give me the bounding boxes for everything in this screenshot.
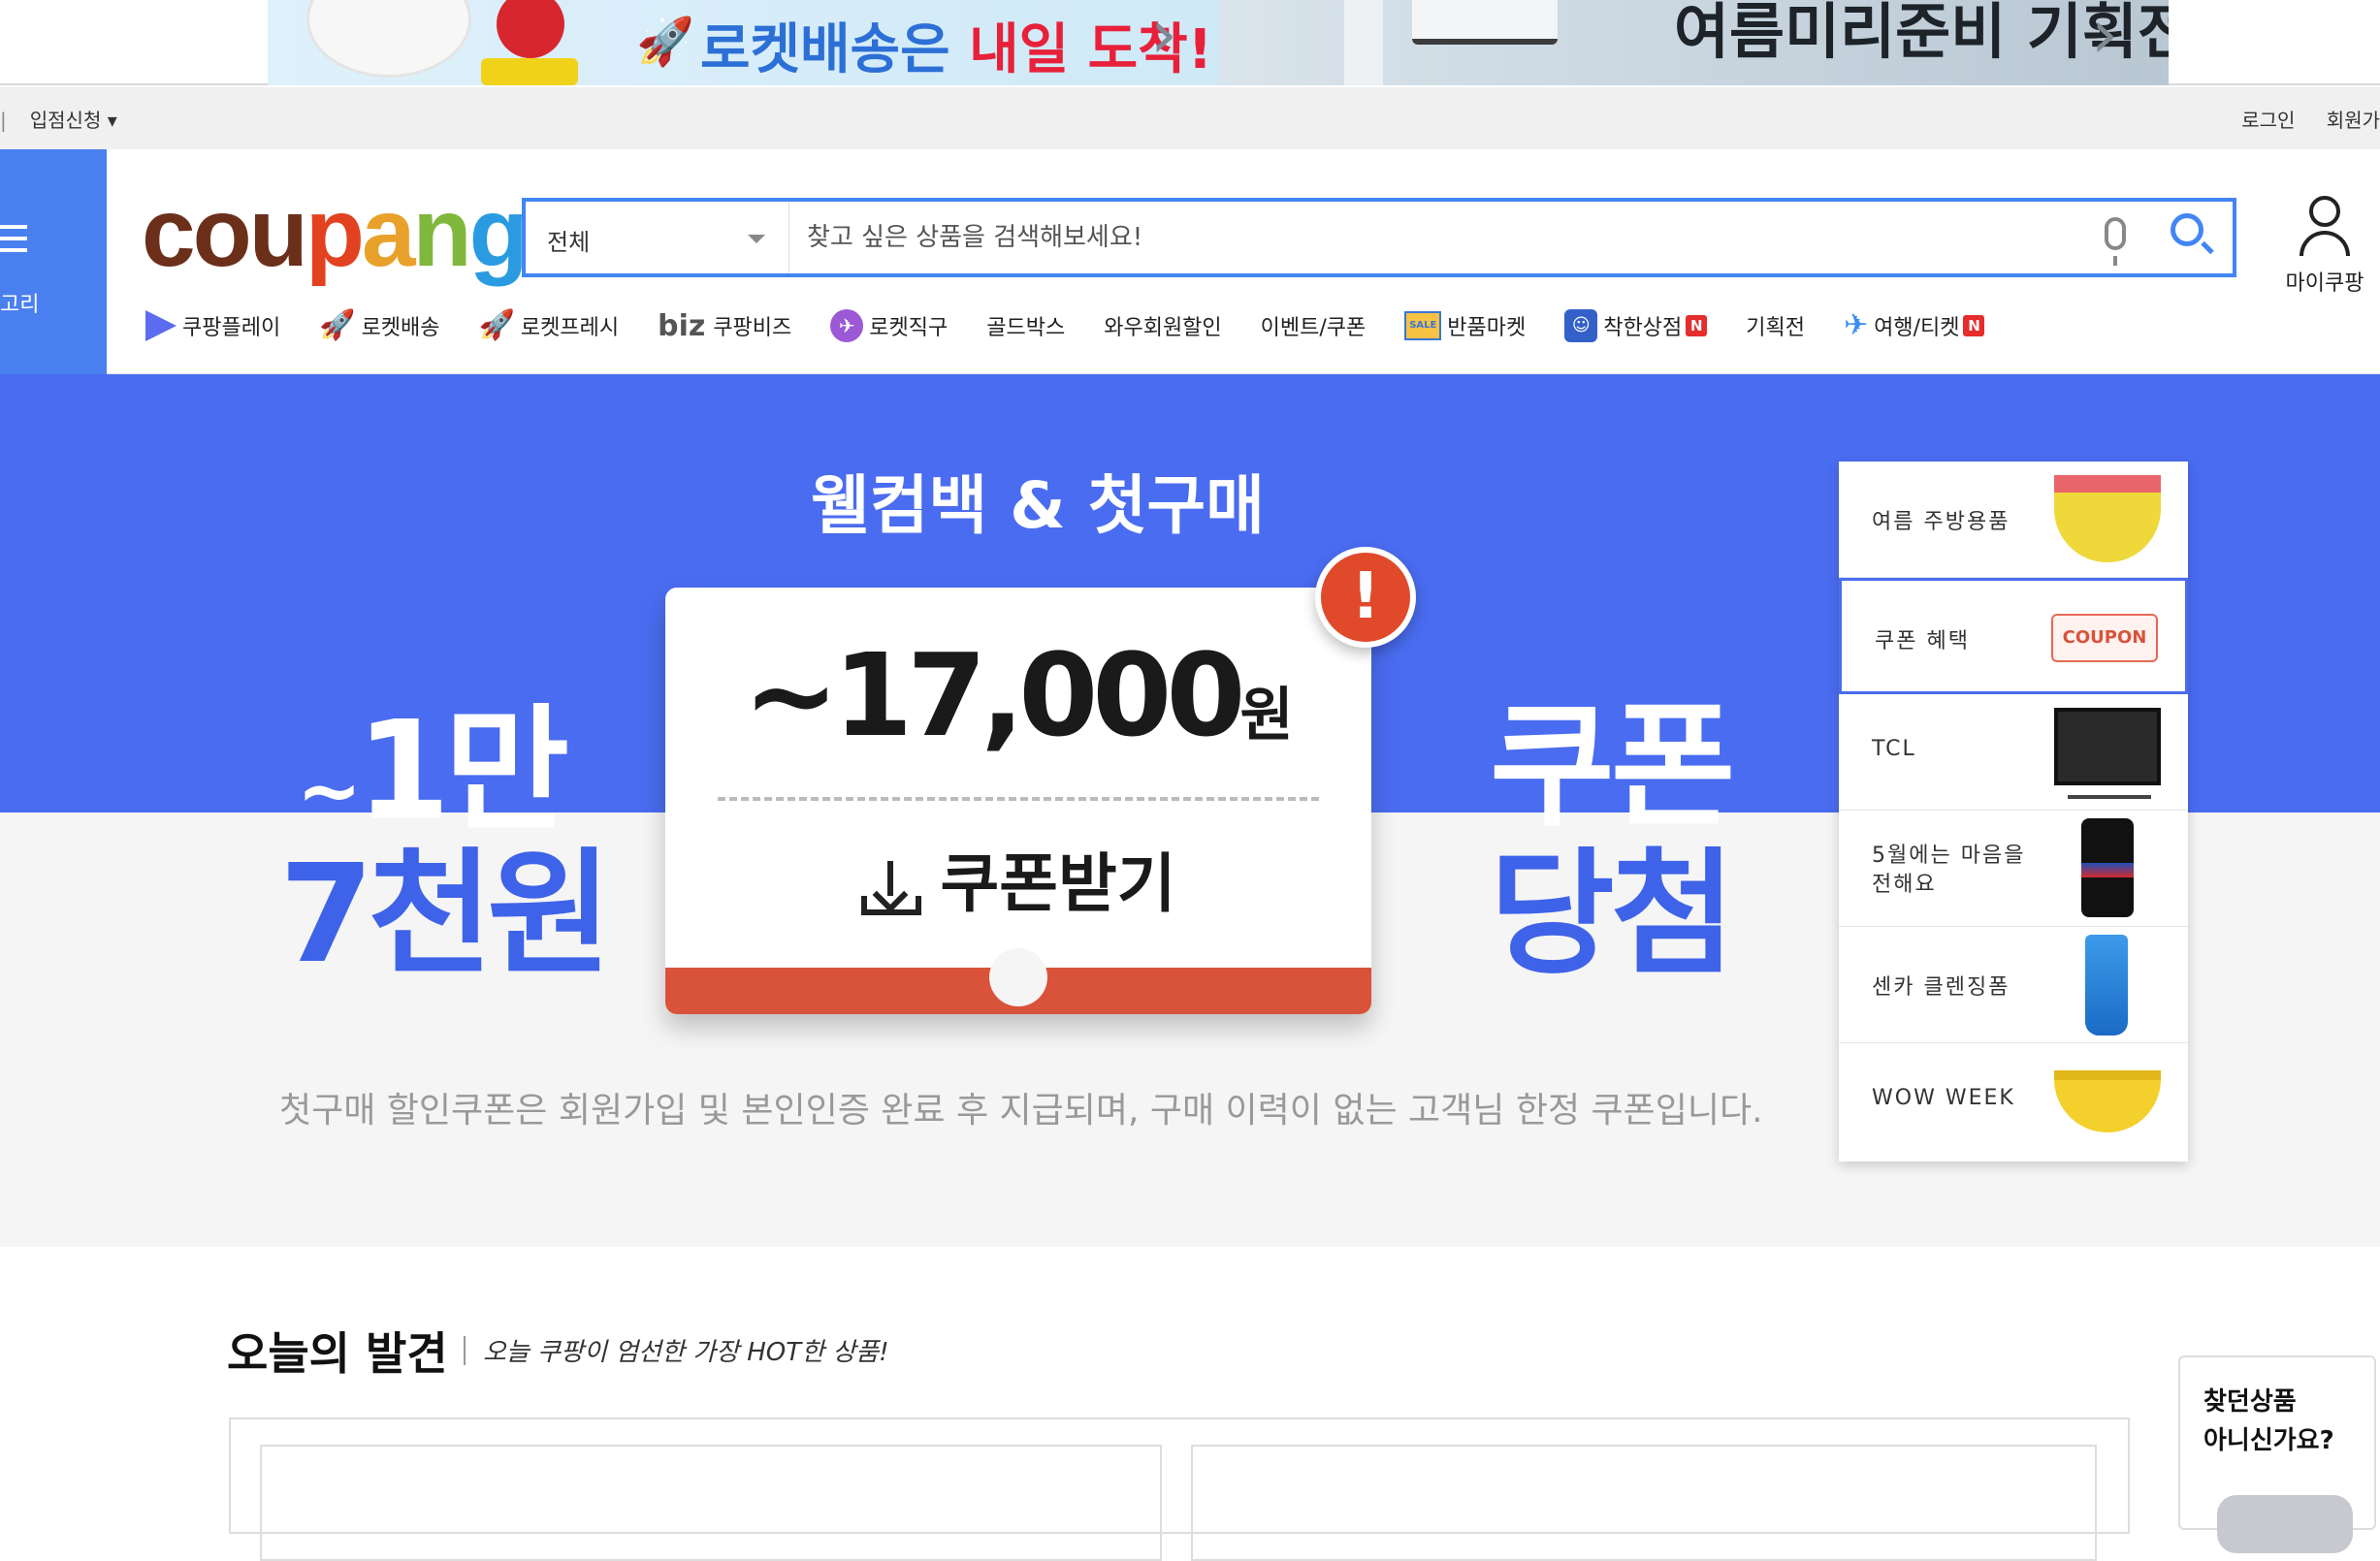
side-item-may-gift[interactable]: 5월에는 마음을 전해요	[1839, 811, 2188, 927]
biz-icon: biz	[658, 309, 706, 343]
promo-summer-prep[interactable]: 여름미리준비 기획전 ›	[1218, 0, 2169, 85]
hero-banner[interactable]: 웰컴백 & 첫구매 ~1만 7천원 ~17,000원 쿠폰받기 ! 쿠폰 당첨 …	[0, 374, 2380, 1247]
product-grid	[229, 1418, 2130, 1561]
separator: |	[0, 109, 7, 132]
exclamation-icon: !	[1315, 547, 1416, 648]
soda-can-thumbnail	[2081, 818, 2134, 917]
today-discovery-section: 오늘의 발견 오늘 쿠팡이 엄선한 가장 HOT한 상품! 찾던상품 아니신가요…	[0, 1247, 2380, 1561]
side-item-label: WOW WEEK	[1872, 1086, 2015, 1110]
sale-market-icon: SALE	[1404, 311, 1442, 340]
nav-item-coupang-play[interactable]: 쿠팡플레이	[145, 310, 280, 341]
coupon-card[interactable]: ~17,000원 쿠폰받기	[665, 588, 1371, 1014]
apple-image	[497, 0, 564, 58]
hamburger-icon	[0, 225, 27, 260]
coupang-logo[interactable]: coupang	[142, 184, 529, 281]
mycoupang-label: 마이쿠팡	[2285, 271, 2364, 296]
search-bar: 전체	[522, 198, 2236, 277]
coupon-notch	[989, 948, 1047, 1006]
tv-thumbnail	[2054, 708, 2161, 799]
nav-item-rocket-direct[interactable]: ✈ 로켓직구	[830, 309, 948, 342]
hero-amount-line2: 7천원	[279, 836, 612, 994]
signup-link[interactable]: 회원가	[2327, 109, 2380, 132]
side-item-coupon-benefit[interactable]: 쿠폰 혜택 COUPON	[1839, 578, 2188, 694]
side-item-label: 쿠폰 혜택	[1875, 629, 1970, 653]
not-found-help-box[interactable]: 찾던상품 아니신가요?	[2178, 1355, 2376, 1553]
side-item-senka[interactable]: 센카 클렌징폼	[1839, 927, 2188, 1043]
section-subtitle: 오늘 쿠팡이 엄선한 가장 HOT한 상품!	[483, 1338, 889, 1367]
good-store-icon: ☺	[1564, 309, 1598, 342]
plane-icon: ✈	[1843, 308, 1869, 342]
mask-image	[306, 0, 471, 78]
search-category-value: 전체	[547, 229, 591, 256]
rocket-direct-icon: ✈	[830, 309, 864, 342]
top-promo-banner: 🚀 로켓배송은 내일 도착! › 여름미리준비 기획전 ›	[0, 0, 2380, 85]
hero-word-line2: 당첨	[1490, 836, 1736, 994]
banana-thumbnail	[2054, 1070, 2161, 1132]
side-item-summer-kitchen[interactable]: 여름 주방용품	[1839, 462, 2188, 578]
category-nav: 쿠팡플레이 🚀 로켓배송 🚀 로켓프레시 biz 쿠팡비즈 ✈ 로켓직구 골드박스 와우…	[145, 304, 2023, 347]
banner-side-menu: 여름 주방용품 쿠폰 혜택 COUPON TCL 5월에는 마음을 전해요 센카…	[1839, 462, 2188, 1162]
side-item-label: TCL	[1872, 737, 1916, 761]
nav-item-exhibition[interactable]: 기획전	[1746, 310, 1805, 341]
rocket-fresh-icon: 🚀	[478, 308, 515, 342]
get-coupon-button[interactable]: 쿠폰받기	[665, 832, 1371, 925]
user-icon	[2296, 196, 2354, 258]
category-label: 고리	[0, 293, 40, 317]
coupon-value: ~17,000원	[743, 628, 1294, 762]
section-title: 오늘의 발견	[227, 1327, 448, 1380]
download-icon	[860, 860, 921, 915]
nav-item-coupang-biz[interactable]: biz 쿠팡비즈	[658, 309, 791, 343]
divider	[718, 797, 1319, 801]
new-badge: N	[1963, 315, 1985, 336]
side-item-tcl[interactable]: TCL	[1839, 694, 2188, 811]
promo-left-text: 로켓배송은 내일 도착!	[700, 18, 1213, 81]
air-conditioner-image	[1412, 0, 1558, 45]
bowl-thumbnail	[2054, 475, 2161, 562]
nav-item-rocket-fresh[interactable]: 🚀 로켓프레시	[479, 309, 620, 342]
nav-item-wow-discount[interactable]: 와우회원할인	[1104, 310, 1221, 341]
side-item-label: 5월에는 마음을 전해요	[1872, 844, 2026, 897]
mycoupang-button[interactable]: 마이쿠팡	[2269, 196, 2380, 297]
help-thumbnail	[2217, 1495, 2353, 1553]
rocket-icon: 🚀	[319, 308, 356, 342]
side-item-label: 센카 클렌징폼	[1872, 975, 2010, 1000]
hero-disclaimer: 첫구매 할인쿠폰은 회원가입 및 본인인증 완료 후 지급되며, 구매 이력이 …	[279, 1091, 1763, 1131]
hero-title: 웰컴백 & 첫구매	[811, 468, 1265, 543]
nav-item-goldbox[interactable]: 골드박스	[986, 310, 1065, 341]
cleansing-tube-thumbnail	[2085, 935, 2128, 1035]
play-icon	[145, 310, 177, 341]
caret-down-icon	[748, 235, 765, 243]
new-badge: N	[1686, 315, 1708, 336]
help-text-line1: 찾던상품	[2203, 1387, 2297, 1417]
nav-item-good-store[interactable]: ☺ 착한상점 N	[1564, 309, 1708, 342]
search-input[interactable]	[807, 215, 2087, 260]
nav-item-return-market[interactable]: SALE 반품마켓	[1404, 310, 1526, 341]
coupon-thumbnail: COUPON	[2051, 614, 2158, 662]
help-text-line2: 아니신가요?	[2203, 1426, 2334, 1455]
promo-rocket-delivery[interactable]: 🚀 로켓배송은 내일 도착! ›	[268, 0, 1218, 85]
login-link[interactable]: 로그인	[2241, 109, 2295, 132]
nav-item-event-coupon[interactable]: 이벤트/쿠폰	[1261, 310, 1367, 341]
microphone-icon[interactable]	[2105, 217, 2126, 266]
search-icon[interactable]	[2171, 213, 2203, 246]
caret-down-icon[interactable]: ▾	[108, 109, 117, 132]
nav-item-travel-ticket[interactable]: ✈ 여행/티켓 N	[1844, 309, 1985, 342]
category-menu-button[interactable]: 고리	[0, 149, 107, 374]
seller-signup-link[interactable]: 입점신청	[30, 109, 102, 132]
chevron-right-icon: ›	[1150, 0, 1177, 74]
search-category-select[interactable]: 전체	[526, 202, 789, 273]
apple-stand-image	[481, 58, 578, 85]
rocket-icon: 🚀	[636, 15, 694, 69]
utility-bar: | 입점신청 ▾ 로그인 회원가	[0, 87, 2380, 149]
side-item-label: 여름 주방용품	[1872, 510, 2010, 534]
product-card[interactable]	[260, 1445, 1162, 1561]
divider	[464, 1336, 466, 1365]
chevron-right-icon: ›	[2091, 0, 2118, 74]
header: 고리 coupang 전체 마이쿠팡 쿠팡플레이 🚀로켓배송 🚀로켓프레시 bi…	[0, 149, 2380, 374]
side-item-wow-week[interactable]: WOW WEEK	[1839, 1043, 2188, 1160]
product-card[interactable]	[1191, 1445, 2097, 1561]
pillar-image	[1344, 0, 1383, 85]
nav-item-rocket-delivery[interactable]: 🚀 로켓배송	[319, 309, 439, 342]
